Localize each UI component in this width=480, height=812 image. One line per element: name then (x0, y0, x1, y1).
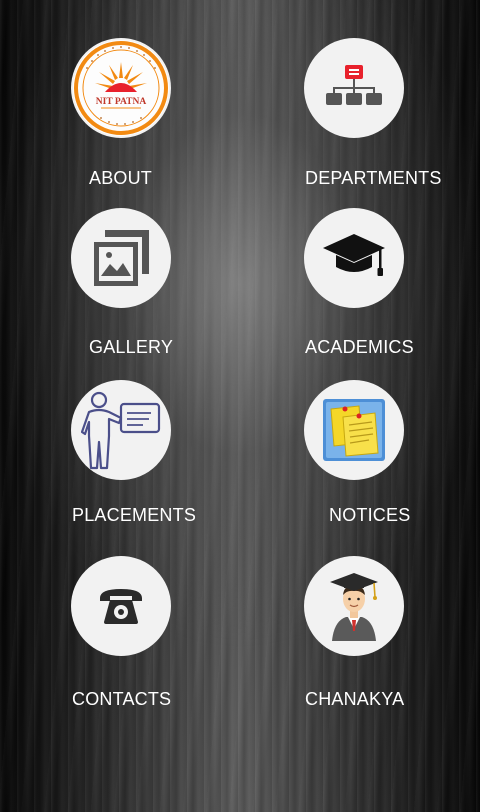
about-label[interactable]: ABOUT (89, 168, 152, 189)
menu-item-academics[interactable]: ACADEMICS (304, 208, 480, 378)
logo-text: NIT PATNA (96, 97, 147, 107)
org-chart-icon (326, 65, 382, 105)
menu-item-contacts[interactable]: CONTACTS (71, 556, 271, 726)
placements-icon-button[interactable] (71, 380, 171, 480)
nit-patna-logo-icon: NIT PATNA (73, 40, 169, 136)
about-icon-button[interactable]: NIT PATNA (71, 38, 171, 138)
sticky-notes-icon (323, 399, 385, 461)
graduate-student-icon (330, 573, 378, 641)
gallery-icon-button[interactable] (71, 208, 171, 308)
contacts-icon-button[interactable] (71, 556, 171, 656)
academics-label[interactable]: ACADEMICS (305, 337, 414, 358)
placements-label[interactable]: PLACEMENTS (72, 505, 196, 526)
departments-icon-button[interactable] (304, 38, 404, 138)
notices-label[interactable]: NOTICES (329, 505, 410, 526)
menu-item-notices[interactable]: NOTICES (304, 380, 480, 550)
contacts-label[interactable]: CONTACTS (72, 689, 171, 710)
gallery-label[interactable]: GALLERY (89, 337, 173, 358)
menu-item-placements[interactable]: PLACEMENTS (71, 380, 271, 550)
menu-item-about[interactable]: NIT PATNA ABOUT (71, 38, 271, 208)
academics-icon-button[interactable] (304, 208, 404, 308)
telephone-icon (100, 589, 142, 624)
presentation-icon (81, 391, 161, 470)
notices-icon-button[interactable] (304, 380, 404, 480)
image-gallery-icon (94, 230, 149, 286)
graduation-cap-icon (323, 234, 385, 276)
chanakya-label[interactable]: CHANAKYA (305, 689, 404, 710)
chanakya-icon-button[interactable] (304, 556, 404, 656)
menu-item-departments[interactable]: DEPARTMENTS (304, 38, 480, 208)
menu-item-gallery[interactable]: GALLERY (71, 208, 271, 378)
menu-item-chanakya[interactable]: CHANAKYA (304, 556, 480, 726)
departments-label[interactable]: DEPARTMENTS (305, 168, 442, 189)
